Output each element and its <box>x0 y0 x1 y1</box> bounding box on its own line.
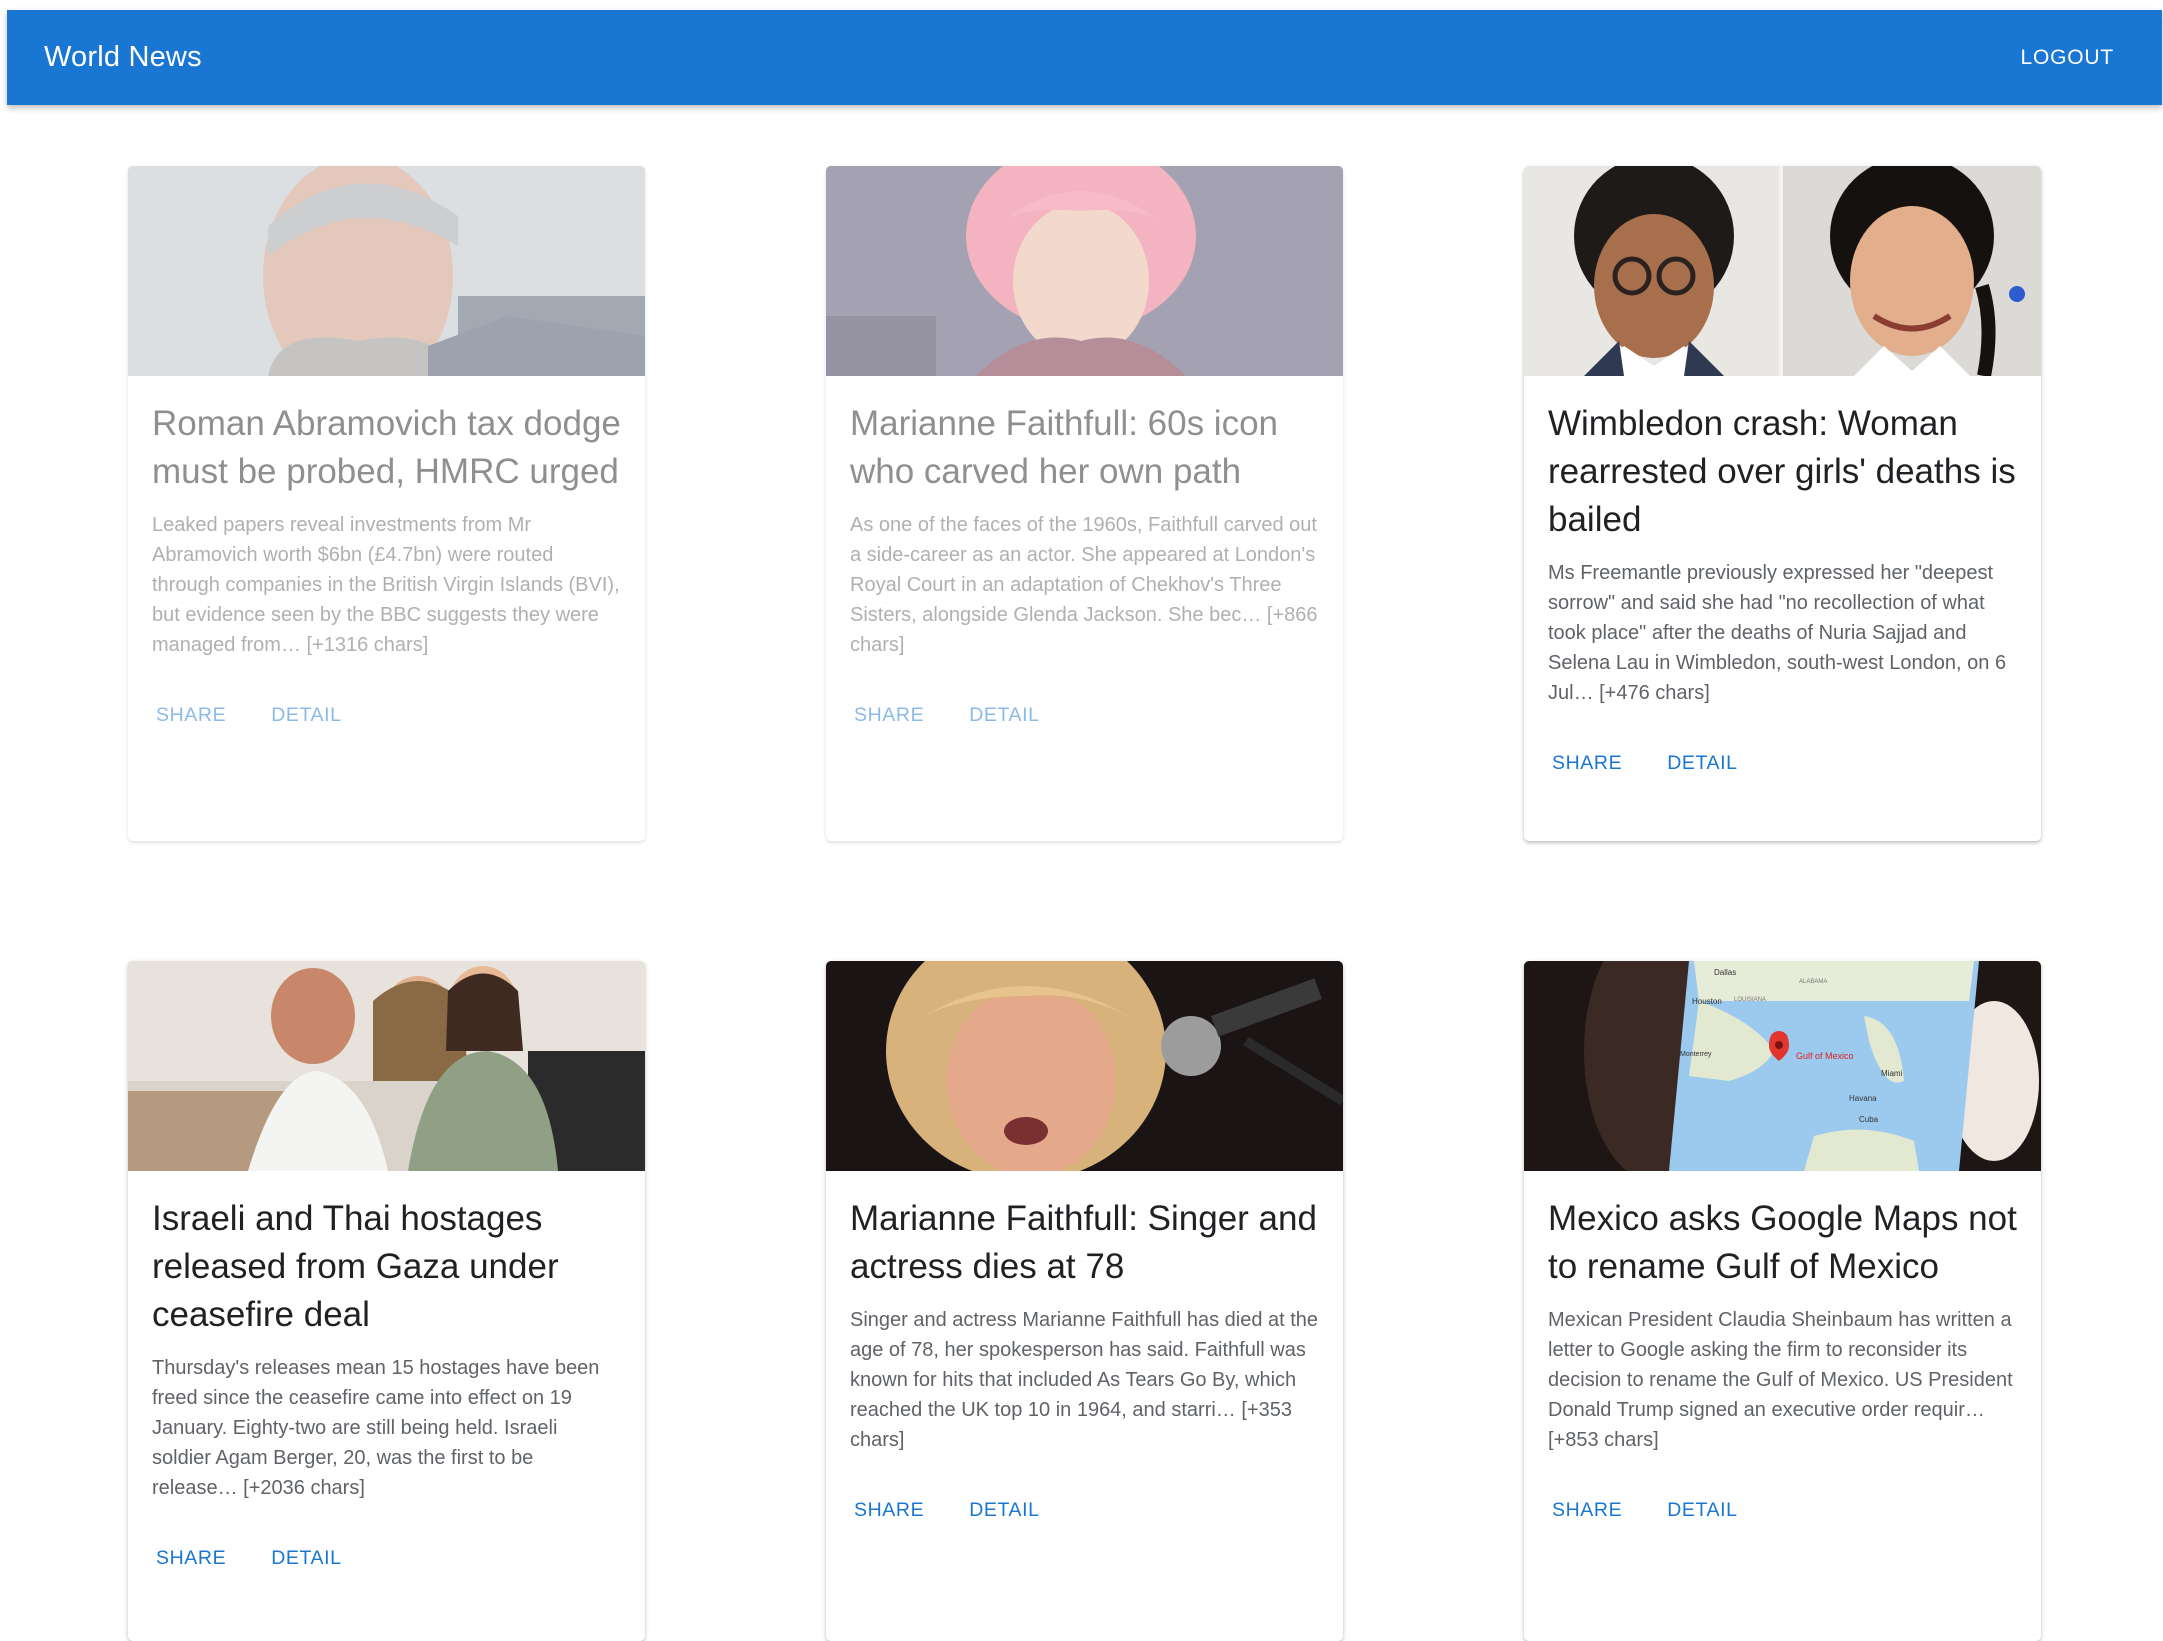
map-label-dallas: Dallas <box>1714 968 1736 977</box>
news-image[interactable] <box>1524 166 2041 376</box>
share-button[interactable]: SHARE <box>854 1499 924 1522</box>
map-label-gulf: Gulf of Mexico <box>1796 1051 1854 1061</box>
detail-button[interactable]: DETAIL <box>271 1547 341 1570</box>
map-label-monterrey: Monterrey <box>1680 1051 1712 1058</box>
news-title: Israeli and Thai hostages released from … <box>152 1199 559 1334</box>
news-title: Marianne Faithfull: 60s icon who carved … <box>850 404 1278 491</box>
detail-button[interactable]: DETAIL <box>1667 1499 1737 1522</box>
news-card: Marianne Faithfull: 60s icon who carved … <box>826 166 1343 841</box>
news-card: Roman Abramovich tax dodge must be probe… <box>128 166 645 841</box>
map-label-alabama: ALABAMA <box>1799 979 1827 985</box>
news-title: Wimbledon crash: Woman rearrested over g… <box>1548 404 2016 539</box>
news-title: Mexico asks Google Maps not to rename Gu… <box>1548 1199 2017 1286</box>
news-description: As one of the faces of the 1960s, Faithf… <box>850 514 1318 656</box>
share-button[interactable]: SHARE <box>1552 1499 1622 1522</box>
share-button[interactable]: SHARE <box>854 704 924 727</box>
map-label-louisiana: LOUISIANA <box>1734 997 1766 1003</box>
share-button[interactable]: SHARE <box>156 704 226 727</box>
news-card: Marianne Faithfull: Singer and actress d… <box>826 961 1343 1641</box>
news-card: Gulf of Mexico Dallas Houston Miami Hava… <box>1524 961 2041 1641</box>
news-description: Mexican President Claudia Sheinbaum has … <box>1548 1309 2013 1451</box>
news-title: Roman Abramovich tax dodge must be probe… <box>152 404 621 491</box>
app-bar: World News LOGOUT <box>7 10 2162 105</box>
map-label-cuba: Cuba <box>1859 1115 1879 1124</box>
news-image[interactable] <box>826 166 1343 376</box>
news-description: Leaked papers reveal investments from Mr… <box>152 514 620 656</box>
news-image[interactable] <box>128 166 645 376</box>
detail-button[interactable]: DETAIL <box>969 704 1039 727</box>
app-title: World News <box>44 41 202 73</box>
news-image[interactable]: Gulf of Mexico Dallas Houston Miami Hava… <box>1524 961 2041 1171</box>
news-image[interactable] <box>826 961 1343 1171</box>
logout-button[interactable]: LOGOUT <box>2021 46 2114 70</box>
detail-button[interactable]: DETAIL <box>271 704 341 727</box>
detail-button[interactable]: DETAIL <box>1667 752 1737 775</box>
news-description: Ms Freemantle previously expressed her "… <box>1548 562 2007 704</box>
map-label-havana: Havana <box>1849 1094 1877 1103</box>
share-button[interactable]: SHARE <box>1552 752 1622 775</box>
map-label-houston: Houston <box>1692 997 1722 1006</box>
map-label-miami: Miami <box>1881 1069 1903 1078</box>
news-card: Wimbledon crash: Woman rearrested over g… <box>1524 166 2041 841</box>
news-image[interactable] <box>128 961 645 1171</box>
news-description: Singer and actress Marianne Faithfull ha… <box>850 1309 1319 1451</box>
share-button[interactable]: SHARE <box>156 1547 226 1570</box>
detail-button[interactable]: DETAIL <box>969 1499 1039 1522</box>
news-card: Israeli and Thai hostages released from … <box>128 961 645 1641</box>
news-title: Marianne Faithfull: Singer and actress d… <box>850 1199 1317 1286</box>
news-description: Thursday's releases mean 15 hostages hav… <box>152 1357 600 1499</box>
